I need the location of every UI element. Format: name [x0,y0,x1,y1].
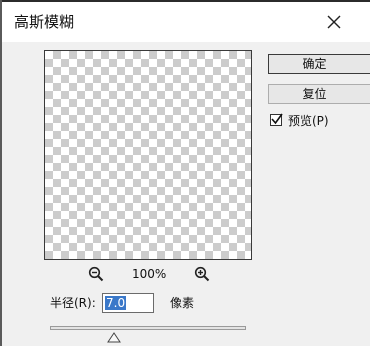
radius-value: 7.0 [105,296,127,310]
preview-checkbox-label: 预览(P) [288,114,329,128]
slider-thumb-icon [107,332,121,343]
zoom-level: 100% [132,267,167,281]
zoom-in-button[interactable] [194,266,210,282]
close-button[interactable] [320,8,348,36]
zoom-controls: 100% [82,266,242,284]
radius-unit: 像素 [170,296,195,310]
zoom-out-icon [88,266,104,282]
checkmark-icon [271,113,283,125]
preview-checkbox[interactable] [270,113,283,126]
dialog-title: 高斯模糊 [14,13,75,31]
title-bar[interactable]: 高斯模糊 [2,2,370,42]
ok-button[interactable]: 确定 [268,54,370,74]
radius-label: 半径(R): [50,296,96,310]
reset-button[interactable]: 复位 [268,84,370,104]
zoom-in-icon [194,266,210,282]
gaussian-blur-dialog: 高斯模糊 100% 半径(R): 7.0 像素 确定 复位 预览(P) [2,2,370,346]
radius-slider-track[interactable] [50,326,246,330]
radius-input[interactable]: 7.0 [102,293,154,313]
preview-checkbox-row[interactable]: 预览(P) [270,112,370,130]
close-icon [327,15,341,29]
zoom-out-button[interactable] [88,266,104,282]
preview-area[interactable] [44,50,252,260]
radius-slider-thumb[interactable] [106,329,122,343]
